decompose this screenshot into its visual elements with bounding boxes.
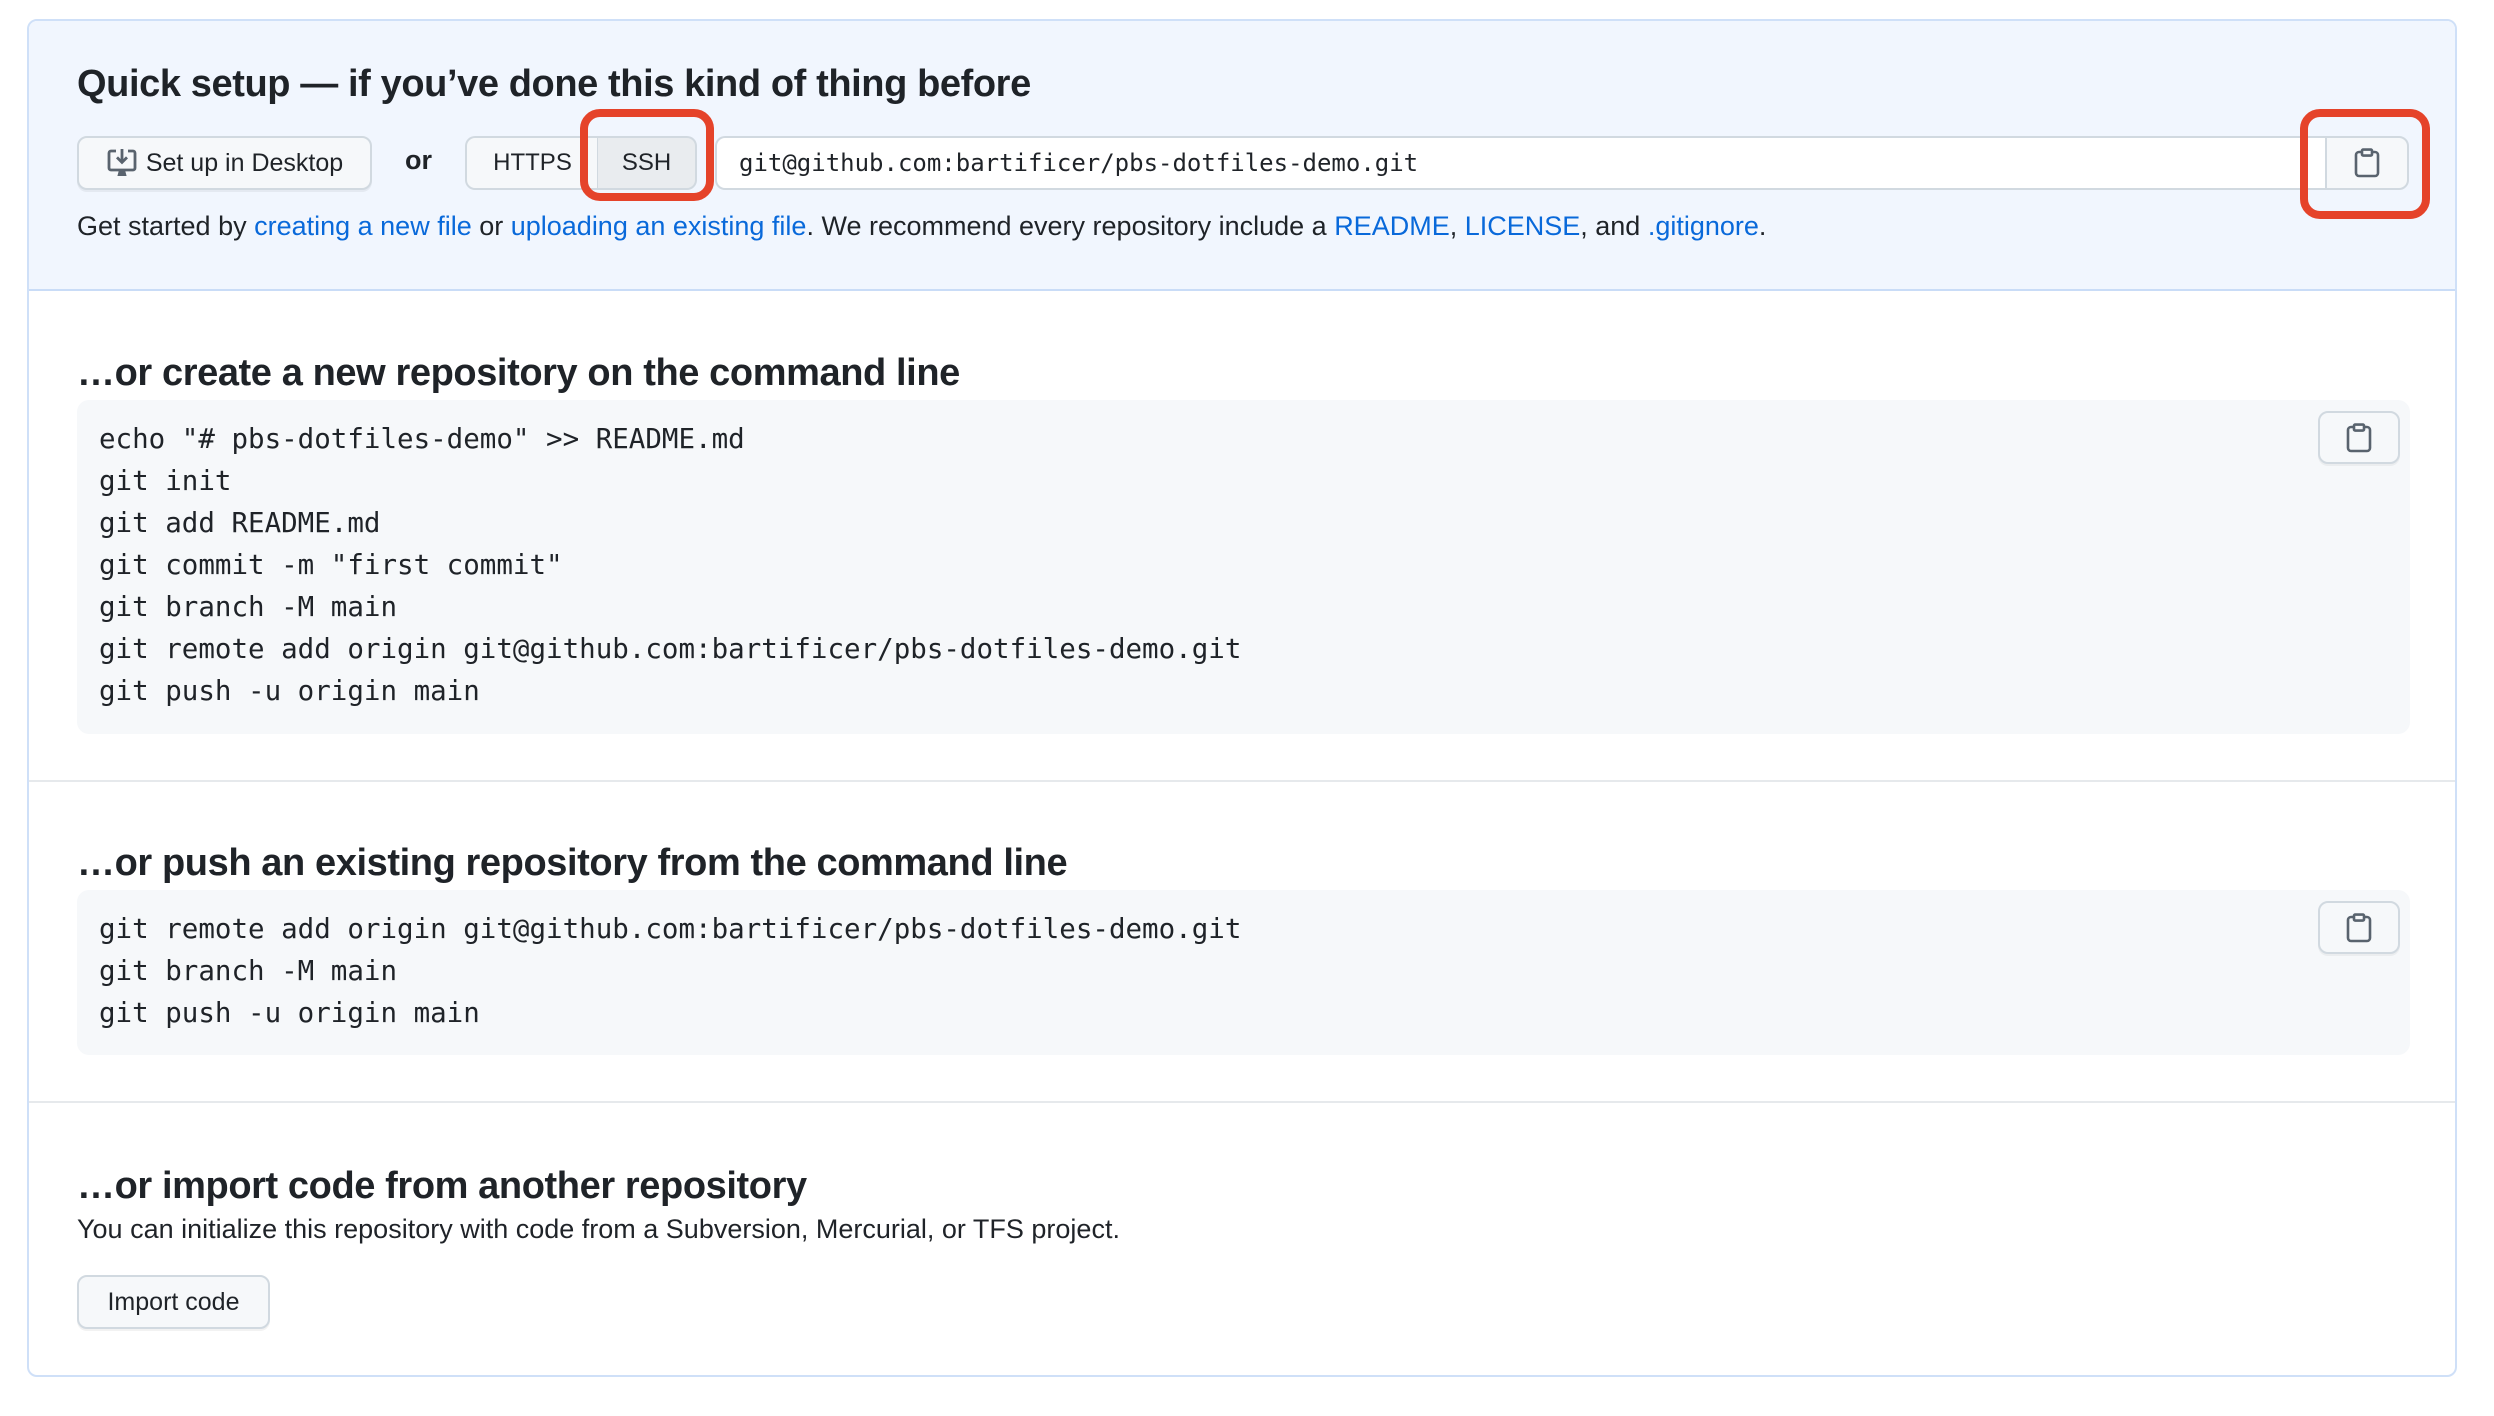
license-link[interactable]: LICENSE: [1465, 211, 1581, 241]
section-divider: [29, 780, 2455, 782]
desktop-download-icon: [106, 147, 138, 179]
clipboard-copy-icon: [2354, 148, 2380, 178]
description-text: Get started by: [77, 211, 255, 241]
or-label: or: [405, 145, 432, 175]
setup-in-desktop-button[interactable]: Set up in Desktop: [77, 136, 372, 190]
import-description: You can initialize this repository with …: [77, 1214, 1120, 1244]
description-text: , and: [1580, 211, 1648, 241]
push-repo-code-block: git remote add origin git@github.com:bar…: [77, 890, 2410, 1055]
copy-create-commands-button[interactable]: [2318, 411, 2400, 464]
https-tab[interactable]: HTTPS: [465, 136, 599, 190]
uploading-existing-file-link[interactable]: uploading an existing file: [511, 211, 807, 241]
copy-push-commands-button[interactable]: [2318, 901, 2400, 954]
code-line: git branch -M main: [99, 955, 398, 987]
code-line: git push -u origin main: [99, 997, 480, 1029]
clipboard-copy-icon: [2346, 422, 2372, 453]
description-text: .: [1758, 211, 1767, 241]
repository-setup-panel: Quick setup — if you’ve done this kind o…: [27, 19, 2457, 1377]
import-code-button[interactable]: Import code: [77, 1275, 270, 1329]
clone-url-input[interactable]: [715, 136, 2327, 190]
code-line: git push -u origin main: [99, 675, 480, 707]
gitignore-link[interactable]: .gitignore: [1648, 211, 1759, 241]
code-line: echo "# pbs-dotfiles-demo" >> README.md: [99, 423, 745, 455]
section-divider: [29, 1101, 2455, 1103]
ssh-tab[interactable]: SSH: [597, 136, 697, 190]
description-text: or: [471, 211, 511, 241]
creating-new-file-link[interactable]: creating a new file: [254, 211, 472, 241]
code-line: git remote add origin git@github.com:bar…: [99, 633, 1242, 665]
quick-setup-section: Quick setup — if you’ve done this kind o…: [29, 21, 2455, 291]
create-repo-title: …or create a new repository on the comma…: [77, 352, 960, 394]
code-line: git branch -M main: [99, 591, 398, 623]
quick-setup-title: Quick setup — if you’ve done this kind o…: [77, 63, 1031, 105]
create-repo-code-block: echo "# pbs-dotfiles-demo" >> README.md …: [77, 400, 2410, 734]
setup-in-desktop-label: Set up in Desktop: [145, 148, 344, 177]
clipboard-copy-icon: [2346, 912, 2372, 943]
description-text: ,: [1449, 211, 1465, 241]
code-line: git init: [99, 465, 232, 497]
description-text: . We recommend every repository include …: [806, 211, 1335, 241]
readme-link[interactable]: README: [1334, 211, 1450, 241]
code-line: git remote add origin git@github.com:bar…: [99, 913, 1242, 945]
push-repo-title: …or push an existing repository from the…: [77, 842, 1068, 884]
quick-setup-description: Get started by creating a new file or up…: [77, 211, 1766, 242]
code-line: git add README.md: [99, 507, 381, 539]
copy-url-button[interactable]: [2325, 136, 2409, 190]
code-line: git commit -m "first commit": [99, 549, 563, 581]
import-title: …or import code from another repository: [77, 1165, 807, 1207]
